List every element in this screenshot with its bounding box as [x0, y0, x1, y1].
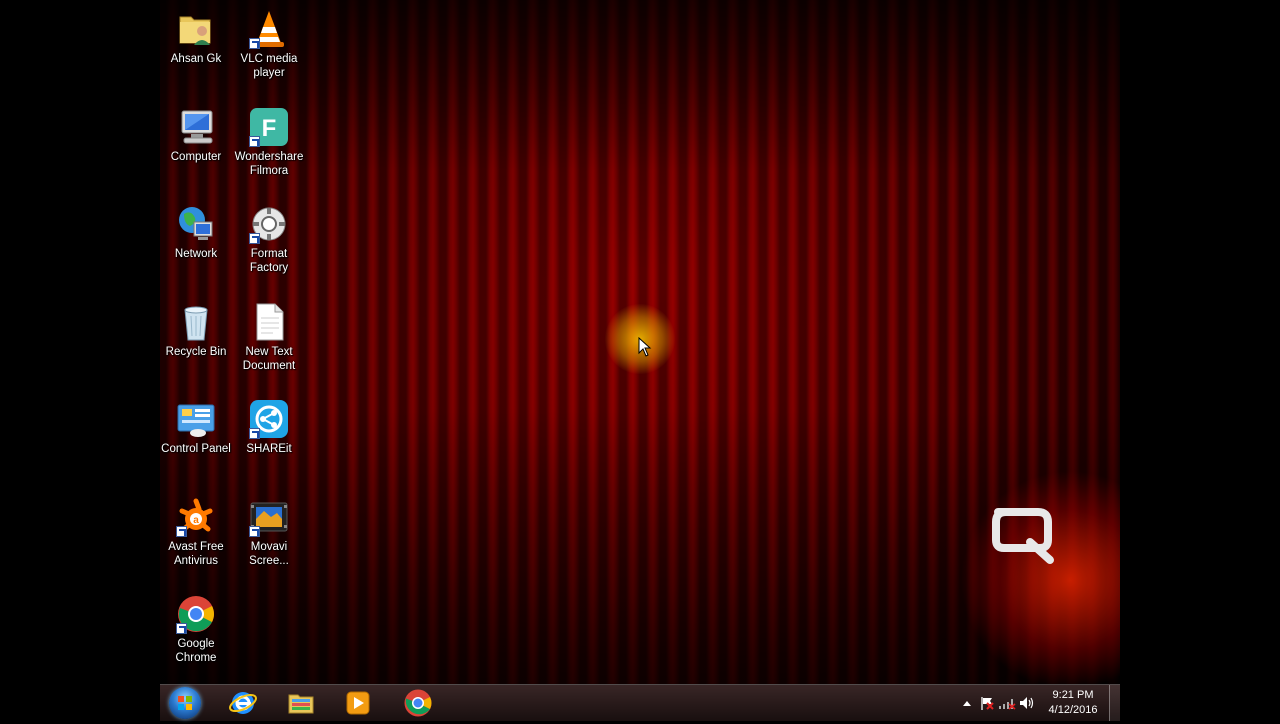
start-button[interactable]	[165, 687, 205, 719]
folder-library-icon	[288, 694, 314, 714]
recycle-bin-icon	[176, 302, 216, 342]
desktop-icon-format-factory[interactable]: Format Factory	[232, 199, 306, 291]
taskbar-media-player[interactable]	[338, 687, 378, 719]
icon-label: VLC media player	[240, 53, 298, 79]
desktop-icon-avast-free-antivirus[interactable]: a Avast Free Antivirus	[159, 492, 233, 584]
mouse-pointer-icon	[638, 337, 652, 357]
desktop-icon-computer[interactable]: Computer	[159, 102, 233, 194]
computer-icon	[176, 107, 216, 147]
internet-explorer-icon	[229, 692, 257, 714]
vlc-cone-icon	[249, 9, 289, 49]
icon-label: Format Factory	[249, 248, 289, 274]
desktop-icon-new-text-document[interactable]: New Text Document	[232, 297, 306, 389]
taskbar-windows-explorer[interactable]	[281, 687, 321, 719]
shortcut-arrow-icon	[249, 526, 260, 537]
desktop-icon-vlc-media-player[interactable]: VLC media player	[232, 4, 306, 96]
format-factory-icon	[249, 204, 289, 244]
icon-label: Wondershare Filmora	[234, 151, 304, 177]
icon-label: Google Chrome	[175, 638, 217, 664]
shareit-icon	[249, 399, 289, 439]
icon-label: Recycle Bin	[165, 346, 227, 358]
windows-start-orb-icon	[169, 687, 201, 719]
system-clock[interactable]: 9:21 PM 4/12/2016	[1041, 688, 1105, 718]
shortcut-arrow-icon	[249, 136, 260, 147]
show-hidden-icons-arrow-icon[interactable]	[957, 693, 977, 713]
shortcut-arrow-icon	[249, 233, 260, 244]
shortcut-arrow-icon	[249, 428, 260, 439]
user-folder-icon	[176, 9, 216, 49]
desktop-icon-wondershare-filmora[interactable]: F Wondershare Filmora	[232, 102, 306, 194]
icon-label: Ahsan Gk	[170, 53, 222, 65]
shortcut-arrow-icon	[176, 526, 187, 537]
compaq-q-logo	[992, 508, 1054, 564]
taskbar-internet-explorer[interactable]	[223, 687, 263, 719]
chrome-icon	[404, 689, 432, 717]
system-tray: 9:21 PM 4/12/2016	[957, 685, 1120, 721]
network-signal-icon[interactable]	[997, 693, 1017, 713]
icon-label: Avast Free Antivirus	[168, 541, 224, 567]
desktop-icon-movavi-screen[interactable]: Movavi Scree...	[232, 492, 306, 584]
filmora-icon: F	[249, 107, 289, 147]
shortcut-arrow-icon	[176, 623, 187, 634]
desktop-icon-google-chrome[interactable]: Google Chrome	[159, 589, 233, 681]
icon-label: New Text Document	[242, 346, 296, 372]
wallpaper-glow	[960, 470, 1120, 684]
text-document-icon	[249, 302, 289, 342]
taskbar: 9:21 PM 4/12/2016	[160, 684, 1120, 721]
icon-label: Movavi Scree...	[249, 541, 289, 567]
desktop-icon-network[interactable]: Network	[159, 199, 233, 291]
clock-time: 9:21 PM	[1052, 689, 1094, 701]
volume-icon[interactable]	[1017, 693, 1037, 713]
action-center-flag-icon[interactable]	[977, 693, 997, 713]
svg-text:a: a	[193, 515, 199, 526]
icon-label: Control Panel	[161, 443, 231, 455]
show-desktop-button[interactable]	[1109, 685, 1120, 721]
chrome-icon	[176, 594, 216, 634]
movavi-icon	[249, 497, 289, 537]
avast-icon: a	[176, 497, 216, 537]
desktop-icon-recycle-bin[interactable]: Recycle Bin	[159, 297, 233, 389]
desktop-icon-shareit[interactable]: SHAREit	[232, 394, 306, 486]
shortcut-arrow-icon	[249, 38, 260, 49]
control-panel-icon	[176, 399, 216, 439]
clock-date: 4/12/2016	[1048, 704, 1098, 716]
network-globe-icon	[176, 204, 216, 244]
desktop-icon-ahsan-gk[interactable]: Ahsan Gk	[159, 4, 233, 96]
icon-label: SHAREit	[246, 443, 292, 455]
desktop-icon-control-panel[interactable]: Control Panel	[159, 394, 233, 486]
icon-label: Computer	[170, 151, 222, 163]
media-player-icon	[346, 691, 370, 715]
taskbar-chrome[interactable]	[398, 687, 438, 719]
svg-text:F: F	[262, 115, 277, 142]
icon-label: Network	[174, 248, 218, 260]
